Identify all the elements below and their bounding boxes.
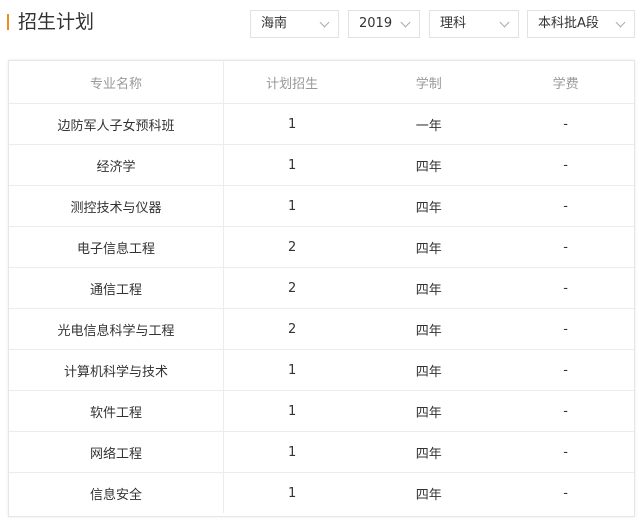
year-dropdown-value: 2019 (359, 16, 393, 31)
column-header-fee: 学费 (497, 61, 634, 104)
chevron-down-icon (400, 17, 411, 28)
table-row: 通信工程 2 四年 - (9, 267, 634, 309)
table-row: 测控技术与仪器 1 四年 - (9, 185, 634, 227)
cell-plan: 1 (223, 431, 361, 473)
cell-duration: 四年 (360, 349, 498, 391)
column-header-major: 专业名称 (9, 61, 224, 104)
cell-major: 边防军人子女预科班 (9, 103, 224, 145)
cell-fee: - (497, 103, 634, 145)
enrollment-plan-panel: 招生计划 海南 2019 理科 本科批A段 专业名称 计划招生 学制 学费 边防… (0, 0, 643, 526)
table-row: 经济学 1 四年 - (9, 144, 634, 186)
cell-plan: 2 (223, 267, 361, 309)
cell-plan: 1 (288, 485, 297, 501)
cell-duration: 四年 (360, 267, 498, 309)
cell-plan: 1 (223, 185, 361, 227)
cell-major: 软件工程 (9, 390, 224, 432)
cell-plan: 1 (223, 390, 361, 432)
subject-dropdown[interactable]: 理科 (429, 10, 519, 38)
cell-plan: 1 (223, 144, 361, 186)
enrollment-table: 专业名称 计划招生 学制 学费 边防军人子女预科班 1 一年 - 经济学 1 四… (9, 61, 634, 513)
cell-duration: 四年 (415, 487, 442, 503)
cell-major: 经济学 (9, 144, 224, 186)
table-header-row: 专业名称 计划招生 学制 学费 (9, 61, 634, 104)
page-title: 招生计划 (18, 11, 95, 33)
batch-dropdown-value: 本科批A段 (538, 16, 599, 31)
cell-fee: - (497, 349, 634, 391)
enrollment-table-container: 专业名称 计划招生 学制 学费 边防军人子女预科班 1 一年 - 经济学 1 四… (8, 60, 635, 517)
chevron-down-icon (499, 17, 510, 28)
cell-fee: - (497, 390, 634, 432)
table-row: 网络工程 1 四年 - (9, 431, 634, 473)
column-header-plan: 计划招生 (223, 61, 361, 104)
cell-plan: 1 (223, 349, 361, 391)
cell-fee: - (497, 226, 634, 268)
column-header-duration: 学制 (360, 61, 498, 104)
panel-header: 招生计划 海南 2019 理科 本科批A段 (0, 0, 643, 48)
cell-fee: - (497, 267, 634, 309)
table-row: 电子信息工程 2 四年 - (9, 226, 634, 268)
cell-duration: 一年 (360, 103, 498, 145)
cell-major: 网络工程 (9, 431, 224, 473)
batch-dropdown[interactable]: 本科批A段 (527, 10, 635, 38)
cell-duration: 四年 (360, 226, 498, 268)
table-row: 光电信息科学与工程 2 四年 - (9, 308, 634, 350)
province-dropdown-value: 海南 (261, 16, 288, 31)
cell-major: 测控技术与仪器 (9, 185, 224, 227)
cell-plan: 2 (223, 226, 361, 268)
cell-fee: - (497, 144, 634, 186)
cell-duration: 四年 (360, 431, 498, 473)
cell-duration: 四年 (360, 185, 498, 227)
table-row: 信息安全 1 四年 - (9, 472, 634, 513)
title-accent-bar (7, 14, 9, 30)
cell-duration: 四年 (360, 144, 498, 186)
province-dropdown[interactable]: 海南 (250, 10, 339, 38)
cell-fee: - (563, 485, 568, 501)
cell-plan: 1 (223, 103, 361, 145)
cell-major: 通信工程 (9, 267, 224, 309)
table-row: 边防军人子女预科班 1 一年 - (9, 103, 634, 145)
cell-major: 电子信息工程 (9, 226, 224, 268)
cell-major: 信息安全 (9, 472, 224, 513)
year-dropdown[interactable]: 2019 (348, 10, 420, 38)
cell-fee: - (497, 185, 634, 227)
table-row: 软件工程 1 四年 - (9, 390, 634, 432)
cell-duration: 四年 (360, 390, 498, 432)
chevron-down-icon (615, 17, 626, 28)
chevron-down-icon (319, 17, 330, 28)
cell-duration: 四年 (360, 308, 498, 350)
cell-plan: 2 (223, 308, 361, 350)
cell-major: 计算机科学与技术 (9, 349, 224, 391)
cell-major: 光电信息科学与工程 (9, 308, 224, 350)
cell-fee: - (497, 431, 634, 473)
table-row: 计算机科学与技术 1 四年 - (9, 349, 634, 391)
subject-dropdown-value: 理科 (440, 16, 467, 31)
cell-fee: - (497, 308, 634, 350)
